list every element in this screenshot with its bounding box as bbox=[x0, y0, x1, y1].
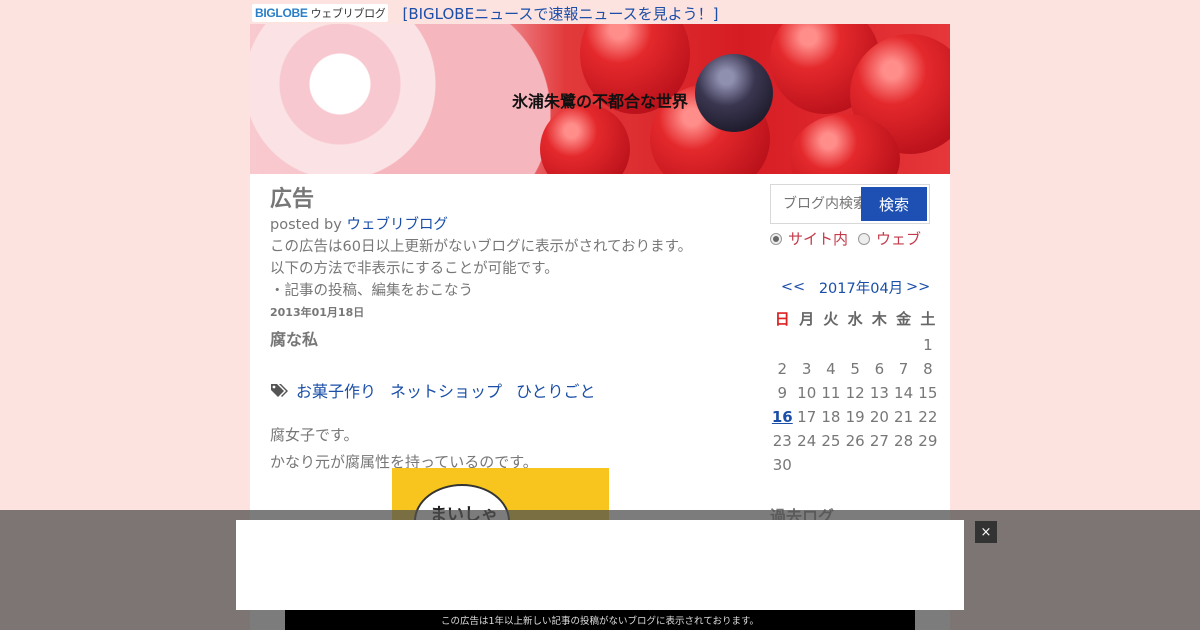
calendar-next-link[interactable]: >> bbox=[906, 279, 930, 295]
calendar-day: 20 bbox=[869, 408, 889, 426]
post-date: 2013年01月18日 bbox=[270, 306, 365, 319]
tag-link[interactable]: ネットショップ bbox=[390, 378, 502, 402]
calendar-day: 18 bbox=[821, 408, 841, 426]
calendar-week: 16 17 18 19 20 21 22 bbox=[770, 405, 940, 429]
weekday-sat: 土 bbox=[920, 309, 936, 328]
biglobe-logo[interactable]: BIGLOBE ウェブリブログ bbox=[252, 4, 389, 22]
calendar-day: 2 bbox=[777, 360, 788, 378]
logo-subtitle: ウェブリブログ bbox=[310, 7, 386, 20]
calendar-day: 3 bbox=[801, 360, 812, 378]
close-icon[interactable]: × bbox=[975, 521, 997, 543]
calendar-day: 21 bbox=[894, 408, 914, 426]
weekday-tue: 火 bbox=[823, 309, 839, 328]
calendar-day: 22 bbox=[918, 408, 938, 426]
calendar-day: 15 bbox=[918, 384, 938, 402]
sidebar: 検索 サイト内 ウェブ << 2017年04月 >> 日 月 火 水 bbox=[770, 184, 940, 527]
ad-notice-line: 以下の方法で非表示にすることが可能です。 bbox=[270, 261, 559, 277]
weekday-thu: 木 bbox=[871, 309, 887, 328]
calendar-empty-cell bbox=[843, 453, 867, 477]
calendar-day[interactable]: 16 bbox=[770, 405, 795, 429]
calendar-day: 13 bbox=[869, 384, 889, 402]
calendar-empty-cell bbox=[795, 333, 819, 357]
ad-section-title: 広告 bbox=[270, 187, 315, 212]
header-banner[interactable]: 氷浦朱鷺の不都合な世界 bbox=[250, 24, 950, 174]
biglobe-news-link[interactable]: [BIGLOBEニュースで速報ニュースを見よう！] bbox=[402, 3, 718, 24]
calendar: << 2017年04月 >> 日 月 火 水 木 金 土 123456789 1… bbox=[770, 277, 940, 477]
post-tags: お菓子作り ネットショップ ひとりごと bbox=[270, 378, 740, 402]
calendar-day: 1 bbox=[923, 336, 933, 354]
calendar-empty-cell bbox=[843, 333, 867, 357]
ad-frame[interactable] bbox=[236, 520, 964, 610]
calendar-day: 28 bbox=[894, 432, 914, 450]
calendar-week: 30 bbox=[770, 453, 940, 477]
main-content: 広告 posted by ウェブリブログ この広告は60日以上更新がないブログに… bbox=[270, 186, 740, 528]
posted-by: posted by ウェブリブログ bbox=[270, 214, 740, 236]
calendar-prev-link[interactable]: << bbox=[770, 279, 816, 295]
posted-by-link[interactable]: ウェブリブログ bbox=[346, 217, 448, 233]
calendar-week: 23 24 25 26 27 28 29 bbox=[770, 429, 940, 453]
calendar-day: 7 bbox=[898, 360, 909, 378]
calendar-empty-cell bbox=[770, 333, 795, 357]
ad-notice-line: ・記事の投稿、編集をおこなう bbox=[270, 283, 473, 299]
search-input[interactable] bbox=[771, 189, 861, 219]
calendar-empty-cell bbox=[891, 453, 915, 477]
calendar-grid: 日 月 火 水 木 金 土 1 2 3 4 5 6 7 8 9 10 11 12 13 14 15 16 17 1… bbox=[770, 303, 940, 477]
calendar-day: 14 bbox=[894, 384, 914, 402]
calendar-empty-cell bbox=[867, 453, 891, 477]
calendar-empty-cell bbox=[891, 333, 915, 357]
calendar-day: 9 bbox=[777, 384, 788, 402]
weekday-fri: 金 bbox=[896, 309, 912, 328]
calendar-day: 10 bbox=[797, 384, 817, 402]
calendar-week: 2345678 bbox=[770, 357, 940, 381]
calendar-week: 9 10 11 12 13 14 15 bbox=[770, 381, 940, 405]
calendar-empty-cell bbox=[819, 453, 843, 477]
calendar-weekdays: 日 月 火 水 木 金 土 bbox=[770, 303, 940, 333]
calendar-month[interactable]: 2017年04月 bbox=[816, 277, 906, 298]
calendar-header: << 2017年04月 >> bbox=[770, 277, 940, 297]
calendar-day: 27 bbox=[869, 432, 889, 450]
calendar-day: 6 bbox=[874, 360, 885, 378]
scope-site-radio[interactable] bbox=[770, 232, 782, 245]
search-scope: サイト内 ウェブ bbox=[770, 228, 940, 249]
tag-link[interactable]: お菓子作り bbox=[296, 378, 376, 402]
weekday-wed: 水 bbox=[847, 309, 863, 328]
calendar-day: 23 bbox=[772, 432, 792, 450]
calendar-week: 1 bbox=[770, 333, 940, 357]
tag-link[interactable]: ひとりごと bbox=[516, 378, 596, 402]
calendar-empty-cell bbox=[819, 333, 843, 357]
calendar-empty-cell bbox=[795, 453, 819, 477]
weekday-mon: 月 bbox=[799, 309, 815, 328]
overlay-ad: × この広告は1年以上新しい記事の投稿がないブログに表示されております。 bbox=[0, 510, 1200, 630]
search-button[interactable]: 検索 bbox=[861, 187, 927, 221]
calendar-day: 17 bbox=[797, 408, 817, 426]
ad-notice-bar: この広告は1年以上新しい記事の投稿がないブログに表示されております。 bbox=[285, 610, 915, 630]
calendar-day: 19 bbox=[845, 408, 865, 426]
calendar-day: 26 bbox=[845, 432, 865, 450]
post-title[interactable]: 腐な私 bbox=[270, 326, 740, 350]
calendar-day: 4 bbox=[826, 360, 836, 378]
calendar-day: 25 bbox=[821, 432, 841, 450]
calendar-day: 8 bbox=[923, 360, 933, 378]
calendar-day: 5 bbox=[850, 360, 860, 378]
weekday-sun: 日 bbox=[774, 309, 790, 328]
search-box: 検索 bbox=[770, 184, 930, 224]
calendar-day: 30 bbox=[772, 456, 792, 474]
posted-by-prefix: posted by bbox=[270, 217, 347, 233]
top-bar: BIGLOBE ウェブリブログ [BIGLOBEニュースで速報ニュースを見よう！… bbox=[252, 2, 718, 24]
ad-notice-line: この広告は60日以上更新がないブログに表示がされております。 bbox=[270, 239, 693, 255]
logo-text: BIGLOBE bbox=[255, 6, 308, 20]
calendar-day: 12 bbox=[845, 384, 865, 402]
tags-icon bbox=[271, 384, 288, 397]
scope-web-label[interactable]: ウェブ bbox=[876, 228, 921, 249]
calendar-day: 24 bbox=[797, 432, 817, 450]
calendar-day: 11 bbox=[821, 384, 841, 402]
post-body-line: 腐女子です。 bbox=[270, 426, 359, 444]
blog-title[interactable]: 氷浦朱鷺の不都合な世界 bbox=[250, 88, 950, 112]
calendar-empty-cell bbox=[916, 453, 940, 477]
calendar-empty-cell bbox=[867, 333, 891, 357]
scope-site-label[interactable]: サイト内 bbox=[788, 228, 848, 249]
calendar-day: 29 bbox=[918, 432, 938, 450]
calendar-body: 1 2 3 4 5 6 7 8 9 10 11 12 13 14 15 16 17 18 19 20 21 22 23 24 2… bbox=[770, 333, 940, 477]
scope-web-radio[interactable] bbox=[858, 232, 871, 245]
